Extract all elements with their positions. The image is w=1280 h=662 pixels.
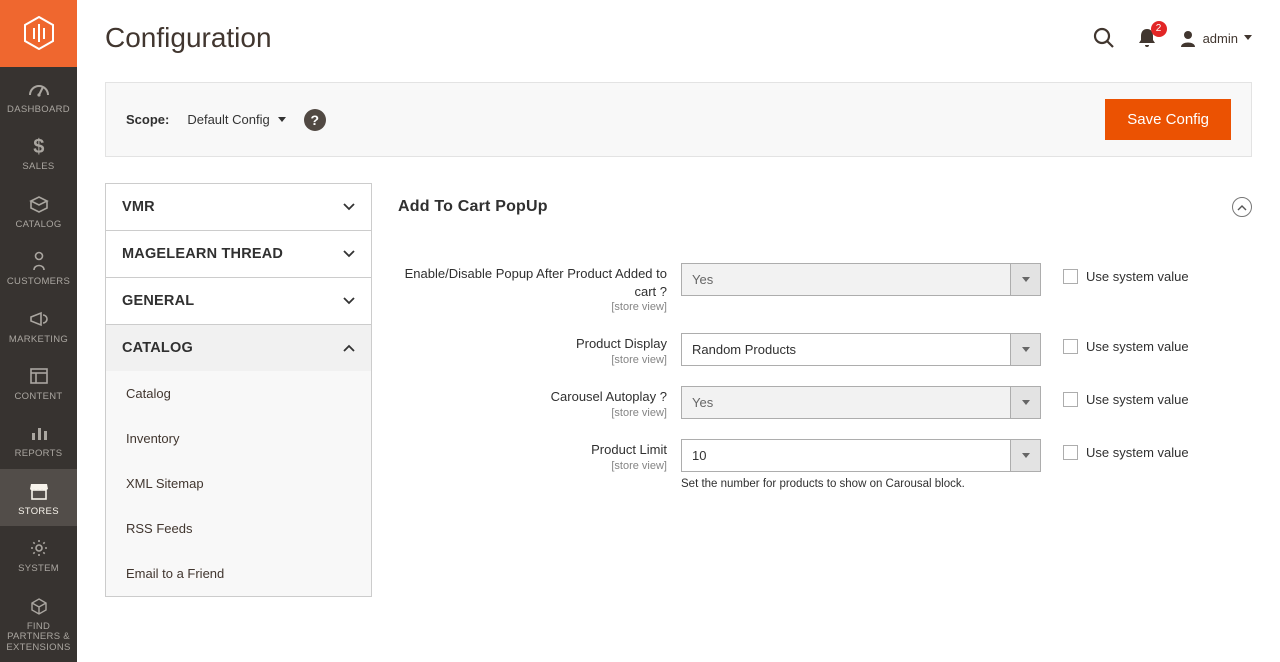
field-label: Carousel Autoplay ? xyxy=(398,388,667,406)
config-subitem-catalog[interactable]: Catalog xyxy=(106,371,371,416)
scope-selector[interactable]: Default Config xyxy=(187,112,285,127)
bars-icon xyxy=(30,422,48,444)
layout-icon xyxy=(30,365,48,387)
config-subitem-inventory[interactable]: Inventory xyxy=(106,416,371,461)
scope-bar: Scope: Default Config ? Save Config xyxy=(105,82,1252,157)
main-content: Configuration 2 admin Scope: Default xyxy=(77,0,1280,662)
field-label: Enable/Disable Popup After Product Added… xyxy=(398,265,667,300)
caret-down-icon xyxy=(278,117,286,123)
field-scope-hint: [store view] xyxy=(398,301,667,313)
gear-icon xyxy=(30,537,48,559)
config-subitem-rss-feeds[interactable]: RSS Feeds xyxy=(106,506,371,551)
chevron-down-icon xyxy=(343,250,355,258)
notifications-button[interactable]: 2 xyxy=(1137,27,1157,49)
field-scope-hint: [store view] xyxy=(398,354,667,366)
section-header[interactable]: Add To Cart PopUp xyxy=(398,183,1252,231)
use-system-value-checkbox[interactable] xyxy=(1063,445,1078,460)
carousel-autoplay-select[interactable]: Yes xyxy=(681,386,1041,419)
field-enable-popup: Enable/Disable Popup After Product Added… xyxy=(398,263,1252,313)
scope-label: Scope: xyxy=(126,112,169,127)
caret-down-icon xyxy=(1022,347,1030,353)
user-icon xyxy=(1179,29,1197,47)
gauge-icon xyxy=(28,78,50,100)
sidebar-item-stores[interactable]: STORES xyxy=(0,469,77,526)
sidebar-item-content[interactable]: CONTENT xyxy=(0,354,77,411)
sidebar-item-system[interactable]: SYSTEM xyxy=(0,526,77,583)
global-search-button[interactable] xyxy=(1093,27,1115,49)
config-tab-catalog-items: Catalog Inventory XML Sitemap RSS Feeds … xyxy=(106,371,371,596)
field-label: Product Display xyxy=(398,335,667,353)
store-icon xyxy=(29,480,49,502)
use-system-value-checkbox[interactable] xyxy=(1063,392,1078,407)
chevron-down-icon xyxy=(343,203,355,211)
product-limit-input[interactable]: 10 xyxy=(681,439,1041,472)
caret-down-icon xyxy=(1022,277,1030,283)
field-label: Product Limit xyxy=(398,441,667,459)
dropdown-arrow xyxy=(1010,334,1040,365)
notification-badge: 2 xyxy=(1151,21,1167,37)
user-menu[interactable]: admin xyxy=(1179,29,1252,47)
sidebar-item-sales[interactable]: $ SALES xyxy=(0,124,77,181)
page-title: Configuration xyxy=(105,22,1093,54)
caret-down-icon xyxy=(1022,453,1030,459)
field-carousel-autoplay: Carousel Autoplay ? [store view] Yes xyxy=(398,386,1252,419)
sidebar-item-marketing[interactable]: MARKETING xyxy=(0,297,77,354)
use-system-value-checkbox[interactable] xyxy=(1063,269,1078,284)
sidebar-item-customers[interactable]: CUSTOMERS xyxy=(0,239,77,296)
sidebar-item-catalog[interactable]: CATALOG xyxy=(0,182,77,239)
user-name: admin xyxy=(1203,31,1238,46)
chevron-down-icon xyxy=(343,297,355,305)
use-system-value-label: Use system value xyxy=(1086,392,1189,407)
field-scope-hint: [store view] xyxy=(398,460,667,472)
field-product-limit: Product Limit [store view] 10 Set the nu… xyxy=(398,439,1252,490)
chevron-up-icon xyxy=(343,344,355,352)
save-config-button[interactable]: Save Config xyxy=(1105,99,1231,140)
field-note: Set the number for products to show on C… xyxy=(681,478,1041,490)
box-icon xyxy=(29,193,49,215)
scope-help-button[interactable]: ? xyxy=(304,109,326,131)
dropdown-arrow xyxy=(1010,264,1040,295)
sidebar-item-reports[interactable]: REPORTS xyxy=(0,411,77,468)
config-tab-vmr[interactable]: VMR xyxy=(106,184,371,230)
admin-sidebar: DASHBOARD $ SALES CATALOG CUSTOMERS MARK… xyxy=(0,0,77,662)
config-tab-general[interactable]: GENERAL xyxy=(106,278,371,324)
use-system-value-label: Use system value xyxy=(1086,445,1189,460)
config-form: Add To Cart PopUp Enable/Disable Popup A… xyxy=(398,183,1252,597)
sidebar-item-partners[interactable]: FIND PARTNERS & EXTENSIONS xyxy=(0,584,77,662)
person-icon xyxy=(32,250,46,272)
magento-logo-icon xyxy=(24,16,54,50)
config-subitem-email-friend[interactable]: Email to a Friend xyxy=(106,551,371,596)
use-system-value-label: Use system value xyxy=(1086,339,1189,354)
use-system-value-checkbox[interactable] xyxy=(1063,339,1078,354)
field-scope-hint: [store view] xyxy=(398,407,667,419)
product-display-select[interactable]: Random Products xyxy=(681,333,1041,366)
caret-down-icon xyxy=(1244,35,1252,41)
megaphone-icon xyxy=(29,308,49,330)
field-product-display: Product Display [store view] Random Prod… xyxy=(398,333,1252,366)
cube-icon xyxy=(30,595,48,617)
dollar-icon: $ xyxy=(32,135,46,157)
config-tab-magelearn[interactable]: MAGELEARN THREAD xyxy=(106,231,371,277)
page-header: Configuration 2 admin xyxy=(105,0,1252,54)
caret-down-icon xyxy=(1022,400,1030,406)
svg-text:$: $ xyxy=(33,136,44,157)
logo[interactable] xyxy=(0,0,77,67)
config-tabs: VMR MAGELEARN THREAD GENERAL xyxy=(105,183,372,597)
scope-value: Default Config xyxy=(187,112,269,127)
config-tab-catalog[interactable]: CATALOG xyxy=(106,325,371,371)
sidebar-item-dashboard[interactable]: DASHBOARD xyxy=(0,67,77,124)
enable-popup-select[interactable]: Yes xyxy=(681,263,1041,296)
dropdown-arrow xyxy=(1010,387,1040,418)
use-system-value-label: Use system value xyxy=(1086,269,1189,284)
config-subitem-xml-sitemap[interactable]: XML Sitemap xyxy=(106,461,371,506)
collapse-section-button[interactable] xyxy=(1232,197,1252,217)
search-icon xyxy=(1093,27,1115,49)
section-title: Add To Cart PopUp xyxy=(398,198,1232,216)
chevron-up-icon xyxy=(1237,204,1247,211)
dropdown-arrow xyxy=(1010,440,1040,471)
